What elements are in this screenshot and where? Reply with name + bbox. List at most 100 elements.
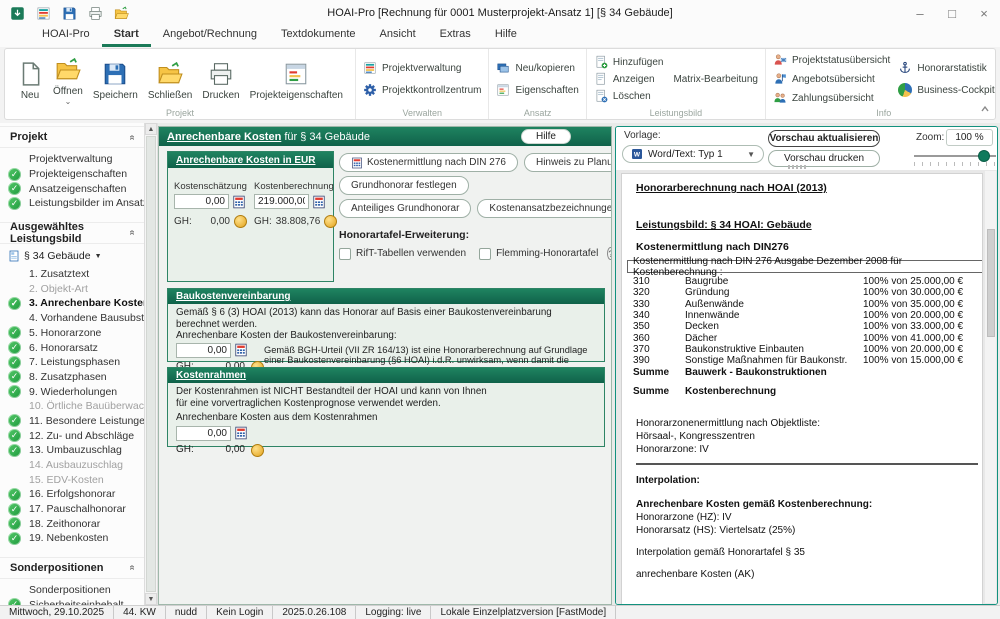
calculator-icon[interactable]	[234, 343, 248, 357]
baukosten-input[interactable]	[176, 343, 231, 358]
sidebar-item[interactable]: ✓ 16. Erfolgshonorar	[0, 487, 144, 502]
calculator-icon[interactable]	[232, 195, 246, 209]
open-folder-icon[interactable]	[114, 6, 129, 21]
zoom-slider-thumb[interactable]	[978, 150, 990, 162]
sidebar-item[interactable]: ✓ 8. Zusatzphasen	[0, 370, 144, 385]
app-icon[interactable]	[10, 6, 25, 21]
sidebar-item[interactable]: ✓ 12. Zu- und Abschläge	[0, 428, 144, 443]
scrollbar-thumb[interactable]	[987, 229, 995, 337]
kostenberechnung-input[interactable]	[254, 194, 309, 209]
menu-item[interactable]: Textdokumente	[269, 26, 368, 47]
calculator-icon[interactable]	[312, 195, 326, 209]
rift-tabellen-checkbox[interactable]	[339, 248, 351, 260]
sidebar-item[interactable]: ✓ 14. Ausbauzuschlag	[0, 458, 144, 473]
coin-icon[interactable]	[234, 215, 247, 228]
menu-item[interactable]: HOAI-Pro	[30, 26, 102, 47]
minimize-button[interactable]: –	[904, 1, 936, 25]
sidebar-item[interactable]: ✓ 11. Besondere Leistungen	[0, 414, 144, 429]
angebotsuebersicht-button[interactable]: Angebotsübersicht	[773, 72, 890, 86]
sidebar-item[interactable]: ✓ 6. Honorarsatz	[0, 340, 144, 355]
sidebar-item[interactable]: ✓ Sonderpositionen	[0, 583, 144, 598]
zahlungsuebersicht-button[interactable]: Zahlungsübersicht	[773, 91, 890, 105]
sidebar-section-header[interactable]: Sonderpositionen «	[0, 557, 144, 579]
menu-item[interactable]: Extras	[428, 26, 483, 47]
preview-scrollbar[interactable]	[985, 171, 996, 603]
pie-chart-icon	[898, 83, 912, 97]
hinweis-planungsaenderungen-button[interactable]: Hinweis zu Planungsänderungen	[524, 153, 611, 172]
collapse-icon[interactable]: «	[127, 230, 138, 236]
sidebar-item[interactable]: ✓ 19. Nebenkosten	[0, 531, 144, 546]
neu-kopieren-button[interactable]: Neu/kopieren	[496, 61, 578, 75]
honorarstatistik-button[interactable]: Honorarstatistik	[898, 61, 994, 75]
business-cockpit-button[interactable]: Business-Cockpit	[898, 83, 994, 97]
sidebar-item[interactable]: ✓ 4. Vorhandene Bausubstanz	[0, 311, 144, 326]
kostenschaetzung-input[interactable]	[174, 194, 229, 209]
menu-item[interactable]: Start	[102, 26, 151, 47]
sidebar-item[interactable]: ✓ Leistungsbilder im Ansatz	[0, 196, 144, 211]
sidebar-item[interactable]: ✓ Ansatzeigenschaften	[0, 181, 144, 196]
sidebar-item[interactable]: ✓ 9. Wiederholungen	[0, 384, 144, 399]
sidebar-item[interactable]: ✓ 13. Umbauzuschlag	[0, 443, 144, 458]
sidebar-item[interactable]: ✓ 15. EDV-Kosten	[0, 472, 144, 487]
sidebar-item[interactable]: ✓ 17. Pauschalhonorar	[0, 502, 144, 517]
sidebar-item[interactable]: ✓ 10. Örtliche Bauüberwachung	[0, 399, 144, 414]
kostenermittlung-din276-button[interactable]: Kostenermittlung nach DIN 276	[339, 153, 518, 172]
vorschau-drucken-button[interactable]: Vorschau drucken	[768, 150, 880, 167]
sidebar-item[interactable]: ✓ 18. Zeithonorar	[0, 516, 144, 531]
projekteigenschaften-button[interactable]: Projekteigenschaften	[245, 58, 348, 101]
scrollbar-thumb[interactable]	[146, 136, 156, 592]
sidebar-leistungsbild-root[interactable]: § 34 Gebäude ▼	[0, 248, 144, 265]
sidebar-item[interactable]: ✓ 5. Honorarzone	[0, 326, 144, 341]
anteiliges-grundhonorar-button[interactable]: Anteiliges Grundhonorar	[339, 199, 471, 218]
neu-button[interactable]: Neu	[12, 58, 48, 101]
hilfe-button[interactable]: Hilfe	[521, 129, 571, 144]
vorschau-aktualisieren-button[interactable]: Vorschau aktualisieren	[768, 130, 880, 147]
eigenschaften-button[interactable]: Eigenschaften	[496, 83, 578, 97]
coin-icon[interactable]	[324, 215, 337, 228]
sidebar-item[interactable]: ✓ 2. Objekt-Art	[0, 281, 144, 296]
kostenrahmen-input[interactable]	[176, 426, 231, 441]
sidebar-item[interactable]: ✓ 1. Zusatztext	[0, 267, 144, 282]
anzeigen-button[interactable]: Anzeigen	[594, 72, 664, 86]
project-list-icon[interactable]	[36, 6, 51, 21]
schliessen-button[interactable]: Schließen	[143, 58, 197, 101]
speichern-button[interactable]: Speichern	[88, 58, 143, 101]
collapse-icon[interactable]: «	[127, 134, 138, 140]
menu-item[interactable]: Angebot/Rechnung	[151, 26, 269, 47]
scroll-down-button[interactable]: ▼	[145, 593, 157, 605]
ribbon-collapse-button[interactable]	[980, 104, 990, 116]
hinzufuegen-button[interactable]: Hinzufügen	[594, 55, 664, 69]
collapse-icon[interactable]: «	[127, 565, 138, 571]
loeschen-button[interactable]: Löschen	[594, 89, 664, 103]
grundhonorar-festlegen-button[interactable]: Grundhonorar festlegen	[339, 176, 469, 195]
menu-item[interactable]: Hilfe	[483, 26, 529, 47]
sidebar-item[interactable]: ✓ Projektverwaltung	[0, 152, 144, 167]
sidebar-scrollbar[interactable]: ▲ ▼	[145, 123, 158, 605]
projektstatusuebersicht-button[interactable]: Projektstatusübersicht	[773, 53, 890, 67]
splitter-grip[interactable]	[788, 165, 806, 169]
vorlage-dropdown[interactable]: Word/Text: Typ 1 ▼	[622, 145, 764, 163]
save-icon[interactable]	[62, 6, 77, 21]
flemming-honorartafel-checkbox[interactable]	[479, 248, 491, 260]
sidebar-item[interactable]: ✓ Sicherheitseinbehalt	[0, 598, 144, 606]
sidebar-section-header[interactable]: Ausgewähltes Leistungsbild «	[0, 222, 144, 244]
coin-icon[interactable]	[251, 444, 264, 457]
close-button[interactable]: ×	[968, 1, 1000, 25]
calculator-icon[interactable]	[234, 426, 248, 440]
matrix-bearbeitung-button[interactable]: Matrix-Bearbeitung	[673, 74, 757, 85]
print-icon[interactable]	[88, 6, 103, 21]
sidebar-item[interactable]: ✓ 3. Anrechenbare Kosten	[0, 296, 144, 311]
sidebar-item[interactable]: ✓ 7. Leistungsphasen	[0, 355, 144, 370]
projektkontrollzentrum-button[interactable]: Projektkontrollzentrum	[363, 83, 481, 97]
kostenansatzbezeichnungen-button[interactable]: Kostenansatzbezeichnungen	[477, 199, 611, 218]
menu-item[interactable]: Ansicht	[368, 26, 428, 47]
maximize-button[interactable]: □	[936, 1, 968, 25]
drucken-button[interactable]: Drucken	[197, 58, 244, 101]
zoom-slider[interactable]	[914, 155, 996, 157]
oeffnen-button[interactable]: Öffnen⌄	[48, 54, 88, 104]
help-icon[interactable]: ?	[607, 247, 611, 260]
sidebar-section-header[interactable]: Projekt «	[0, 126, 144, 148]
sidebar-item[interactable]: ✓ Projekteigenschaften	[0, 167, 144, 182]
projektverwaltung-button[interactable]: Projektverwaltung	[363, 61, 481, 75]
scroll-up-button[interactable]: ▲	[145, 123, 157, 135]
